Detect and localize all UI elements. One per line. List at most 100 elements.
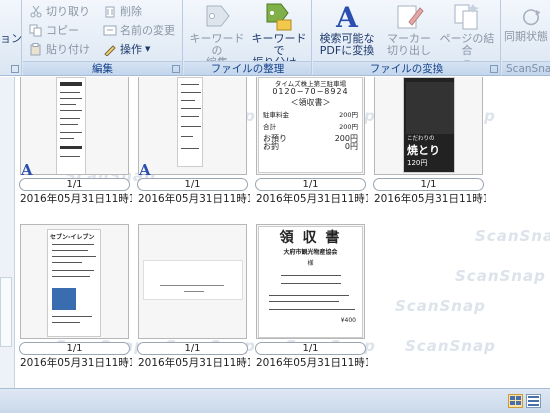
sync-status-label: 同期状態 — [504, 30, 548, 43]
thumbnail-page — [20, 77, 129, 175]
thumbnail-date: 2016年05月31日11時12: — [256, 357, 368, 369]
thumbnail-page: タイムズ株上第三駐車場 0120−70−8924 ＜領収書＞ 駐車料金 200円 … — [256, 77, 365, 175]
thumbnail-page: 領 収 書 大府市観光物産協会 様 ¥400 — [256, 224, 365, 339]
delete-label: 削除 — [120, 5, 142, 18]
copy-button[interactable]: コピー — [29, 22, 79, 39]
keyword-sort-label-1: キーワードで — [251, 32, 307, 57]
ribbon-group-partial: ョン — [0, 0, 22, 76]
keyword-edit-button[interactable]: キーワードの 編集 — [186, 2, 248, 69]
searchable-pdf-label-2: PDFに変換 — [319, 44, 375, 57]
receipt-line: お釣 — [263, 142, 279, 151]
svg-text:A: A — [335, 2, 359, 32]
yakitori-text: こだわりの — [407, 136, 435, 142]
ryoshu-shop: 大府市観光物産協会 — [283, 249, 338, 256]
thumbnail-item[interactable]: タイムズ株上第三駐車場 0120−70−8924 ＜領収書＞ 駐車料金 200円 … — [253, 77, 368, 221]
receipt-image — [143, 260, 243, 300]
delete-button[interactable]: 削除 — [103, 3, 142, 20]
thumbnail-date: 2016年05月31日11時10: — [256, 193, 368, 205]
marker-extract-button[interactable]: マーカー 切り出し — [378, 2, 440, 60]
rename-button[interactable]: 名前の変更 — [103, 22, 175, 39]
scissors-icon — [30, 5, 42, 18]
group-label-edit: 編集 — [23, 61, 182, 75]
receipt-image: 領 収 書 大府市観光物産協会 様 ¥400 — [258, 226, 363, 338]
thumbnail-item[interactable]: A 1/1 2016年05月31日11時10: — [135, 77, 250, 221]
keyword-sort-button[interactable]: キーワードで 振り分け ▼ — [248, 2, 310, 69]
pen-icon — [104, 45, 116, 56]
ribbon-group-file-conv: A 検索可能な PDFに変換 マーカー 切り出し ページの結合 ▼ ファイルの変… — [313, 0, 501, 76]
thumbnail-date: 2016年05月31日11時11: — [138, 357, 250, 369]
thumbnail-date: 2016年05月31日11時1: — [374, 193, 486, 205]
folder-pane-list — [0, 277, 12, 347]
thumbnail-item[interactable]: セブン-イレブン 1/1 2016年05月31日11時11: — [17, 221, 132, 369]
marker-icon — [397, 5, 424, 29]
receipt-line: 200円 — [339, 123, 358, 131]
yakitori-price: 120円 — [407, 159, 428, 167]
ribbon-group-edit: 切り取り コピー 貼り付け 削除 名前の変更 操作 ▼ 編集 — [23, 0, 183, 76]
thumbnail-item[interactable]: 1/1 2016年05月31日11時11: — [135, 221, 250, 369]
thumbnail-item[interactable]: こだわりの 焼とり 120円 1/1 2016年05月31日11時1: — [371, 77, 486, 221]
ribbon-group-scansnap: 同期状態 ScanSnap — [502, 0, 550, 76]
searchable-pdf-icon: A — [335, 2, 359, 32]
page-count: 1/1 — [373, 178, 484, 191]
receipt-title: ＜領収書＞ — [290, 98, 331, 107]
delete-icon — [105, 6, 115, 18]
watermark: ScanSnap — [405, 337, 496, 355]
page-join-label: ページの結合 — [439, 32, 495, 57]
cut-button[interactable]: 切り取り — [29, 3, 90, 20]
receipt-line: 駐車料金 — [263, 111, 289, 119]
marker-label-2: 切り出し — [387, 44, 431, 57]
folder-pane-edge[interactable] — [0, 77, 15, 388]
page-join-icon — [454, 4, 479, 30]
paste-icon — [30, 43, 41, 56]
ocr-badge: A — [21, 161, 33, 179]
thumbnail-page: セブン-イレブン — [20, 224, 129, 339]
group-launcher-icon[interactable] — [172, 65, 180, 73]
thumbnail-item[interactable]: A 1/1 2016年05月31日11時10: — [17, 77, 132, 221]
ryoshu-title: 領 収 書 — [279, 230, 342, 246]
thumbnail-page — [138, 224, 247, 339]
group-label-scansnap: ScanSnap — [502, 61, 550, 75]
keyword-sort-icon — [266, 3, 292, 31]
page-count: 1/1 — [255, 342, 366, 355]
ribbon: ョン 切り取り コピー 貼り付け 削除 名前の変更 操作 ▼ 編集 キーワードの… — [0, 0, 550, 76]
page-count: 1/1 — [137, 342, 248, 355]
group-launcher-icon[interactable] — [490, 65, 498, 73]
ribbon-group-file-org: キーワードの 編集 キーワードで 振り分け ▼ ファイルの整理 — [184, 0, 312, 76]
rename-icon — [103, 25, 117, 36]
ribbon-cut-label[interactable]: ョン — [0, 30, 22, 47]
sync-icon — [523, 9, 541, 26]
thumbnail-item[interactable]: 領 収 書 大府市観光物産協会 様 ¥400 1/1 2016年05月31日11… — [253, 221, 368, 369]
list-view-icon — [528, 396, 539, 406]
sync-status-button[interactable]: 同期状態 — [500, 6, 550, 64]
receipt-image: こだわりの 焼とり 120円 — [403, 77, 455, 173]
receipt-image: タイムズ株上第三駐車場 0120−70−8924 ＜領収書＞ 駐車料金 200円 … — [258, 77, 363, 173]
group-label-file-conv: ファイルの変換 — [313, 61, 500, 75]
yakitori-title: 焼とり — [407, 144, 440, 157]
grid-view-icon — [510, 396, 521, 405]
status-bar — [0, 388, 550, 413]
thumbnail-view-button[interactable] — [508, 394, 523, 408]
receipt-image — [56, 77, 86, 174]
page-count: 1/1 — [255, 178, 366, 191]
ocr-badge: A — [139, 161, 151, 179]
group-launcher-icon[interactable] — [11, 65, 19, 73]
group-label-file-org: ファイルの整理 — [184, 61, 311, 75]
thumbnail-date: 2016年05月31日11時10: — [138, 193, 250, 205]
page-join-button[interactable]: ページの結合 ▼ — [435, 2, 499, 67]
rename-label: 名前の変更 — [120, 24, 175, 37]
searchable-pdf-button[interactable]: A 検索可能な PDFに変換 — [316, 2, 378, 60]
keyword-tag-icon — [206, 5, 230, 27]
receipt-line: 200円 — [339, 111, 358, 119]
receipt-line: 0円 — [344, 142, 358, 151]
receipt-line: 0120−70−8924 — [272, 87, 349, 96]
copy-label: コピー — [46, 24, 79, 37]
thumbnail-view[interactable]: ScanSnap ScanSnap ScanSnap ScanSnap Scan… — [15, 77, 550, 388]
receipt-image: セブン-イレブン — [47, 229, 101, 337]
list-view-button[interactable] — [526, 394, 541, 408]
page-count: 1/1 — [137, 178, 248, 191]
paste-button[interactable]: 貼り付け — [29, 41, 90, 58]
operation-dropdown[interactable]: 操作 ▼ — [103, 41, 150, 58]
thumbnail-page: こだわりの 焼とり 120円 — [374, 77, 483, 175]
copy-icon — [29, 24, 42, 37]
chevron-down-icon: ▼ — [145, 45, 151, 53]
